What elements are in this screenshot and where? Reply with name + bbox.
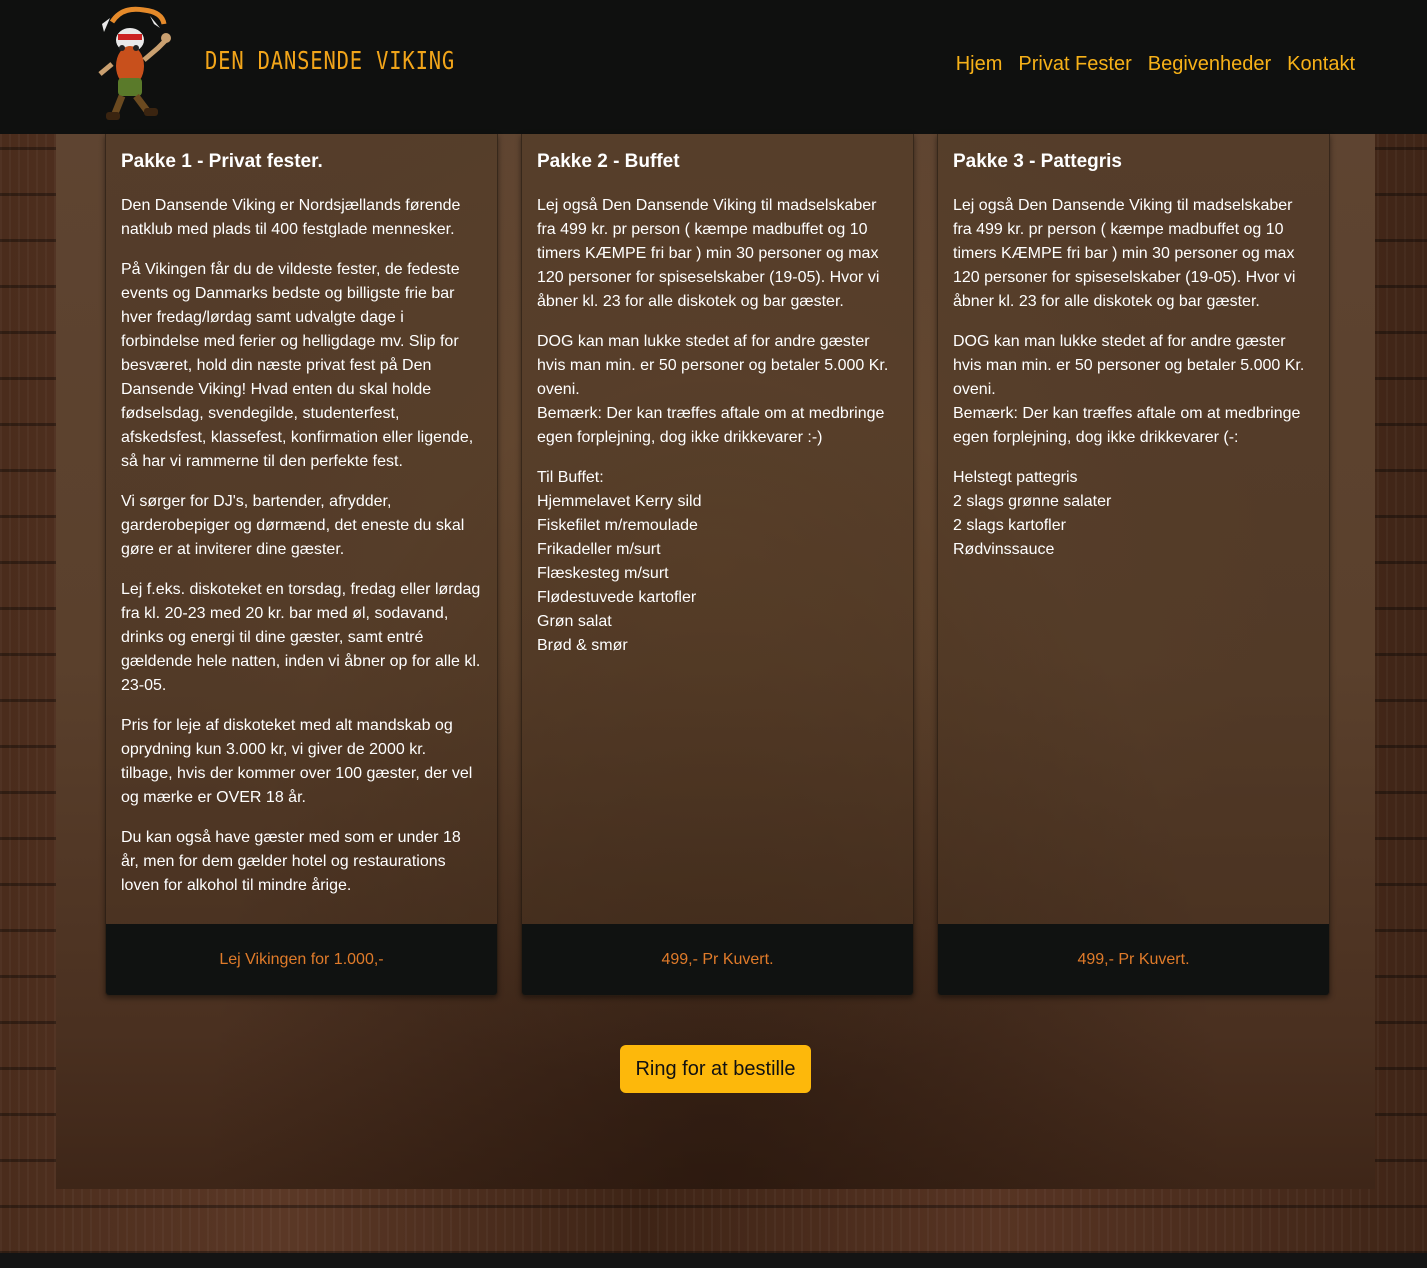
buffet-menu-list: Til Buffet: Hjemmelavet Kerry sild Fiske… bbox=[537, 469, 702, 654]
card-price-footer: Lej Vikingen for 1.000,- bbox=[106, 924, 497, 995]
card-paragraph: På Vikingen får du de vildeste fester, d… bbox=[121, 261, 474, 470]
card-paragraph: Pris for leje af diskoteket med alt mand… bbox=[121, 717, 473, 806]
nav-link-privat-fester[interactable]: Privat Fester bbox=[1018, 51, 1131, 77]
card-body: Pakke 1 - Privat fester. Den Dansende Vi… bbox=[106, 134, 497, 898]
pattegris-menu-list: Helstegt pattegris 2 slags grønne salate… bbox=[953, 469, 1112, 558]
card-title: Pakke 1 - Privat fester. bbox=[121, 151, 323, 172]
package-card-1: Pakke 1 - Privat fester. Den Dansende Vi… bbox=[105, 134, 498, 996]
main-nav: Hjem Privat Fester Begivenheder Kontakt bbox=[956, 51, 1355, 77]
brand-title[interactable]: DEN DANSENDE VIKING bbox=[205, 46, 455, 75]
card-body: Pakke 3 - Pattegris Lej også Den Dansend… bbox=[938, 134, 1329, 562]
site-header: DEN DANSENDE VIKING Hjem Privat Fester B… bbox=[0, 0, 1427, 134]
card-title: Pakke 3 - Pattegris bbox=[953, 151, 1122, 172]
card-price-footer: 499,- Pr Kuvert. bbox=[522, 924, 913, 995]
package-card-2: Pakke 2 - Buffet Lej også Den Dansende V… bbox=[521, 134, 914, 996]
card-paragraph: Lej f.eks. diskoteket en torsdag, fredag… bbox=[121, 581, 481, 694]
viking-mascot-icon bbox=[98, 6, 171, 120]
card-price-footer: 499,- Pr Kuvert. bbox=[938, 924, 1329, 995]
card-paragraph: Du kan også have gæster med som er under… bbox=[121, 829, 461, 894]
nav-link-begivenheder[interactable]: Begivenheder bbox=[1148, 51, 1271, 77]
ring-to-order-button[interactable]: Ring for at bestille bbox=[620, 1045, 811, 1093]
card-paragraph: Den Dansende Viking er Nordsjællands før… bbox=[121, 197, 461, 238]
package-card-3: Pakke 3 - Pattegris Lej også Den Dansend… bbox=[937, 134, 1330, 996]
card-paragraph: DOG kan man lukke stedet af for andre gæ… bbox=[537, 333, 889, 446]
card-body: Pakke 2 - Buffet Lej også Den Dansende V… bbox=[522, 134, 913, 658]
card-paragraph: Lej også Den Dansende Viking til madsels… bbox=[537, 197, 880, 310]
card-title: Pakke 2 - Buffet bbox=[537, 151, 680, 172]
card-paragraph: DOG kan man lukke stedet af for andre gæ… bbox=[953, 333, 1305, 446]
nav-link-hjem[interactable]: Hjem bbox=[956, 51, 1003, 77]
viking-logo[interactable] bbox=[92, 4, 176, 126]
nav-link-kontakt[interactable]: Kontakt bbox=[1287, 51, 1355, 77]
footer-strip bbox=[0, 1253, 1427, 1268]
card-paragraph: Lej også Den Dansende Viking til madsels… bbox=[953, 197, 1296, 310]
card-paragraph: Vi sørger for DJ's, bartender, afrydder,… bbox=[121, 493, 465, 558]
